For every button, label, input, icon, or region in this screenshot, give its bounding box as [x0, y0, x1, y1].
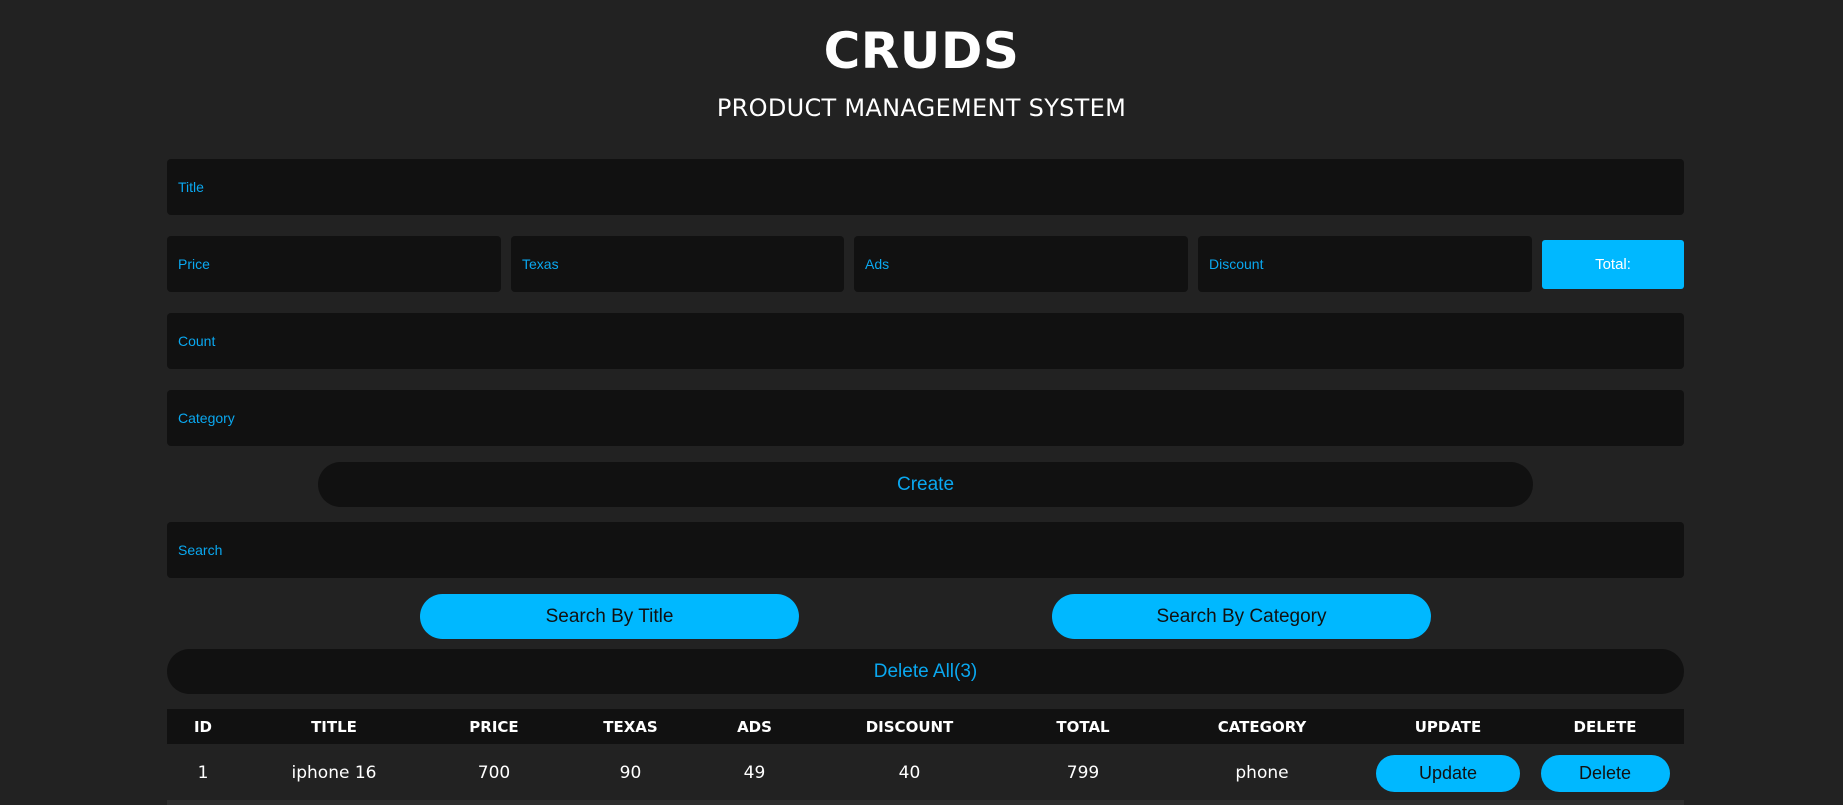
- col-header-delete: DELETE: [1573, 717, 1637, 736]
- count-input[interactable]: [167, 313, 1684, 369]
- table-bottom-divider: [167, 800, 1684, 805]
- cell-delete: Delete: [1526, 744, 1684, 802]
- search-by-title-button[interactable]: Search By Title: [420, 594, 799, 639]
- products-table: ID TITLE PRICE TEXAS ADS DISCOUNT TOTAL …: [167, 709, 1684, 802]
- update-button[interactable]: Update: [1376, 754, 1520, 792]
- page-subtitle: PRODUCT MANAGEMENT SYSTEM: [716, 94, 1127, 122]
- col-header-ads: ADS: [737, 717, 772, 736]
- total-display: Total:: [1542, 240, 1684, 289]
- cell-update: Update: [1370, 744, 1526, 802]
- cell-id: 1: [197, 763, 209, 783]
- crud-app: CRUDS PRODUCT MANAGEMENT SYSTEM Total: C…: [0, 0, 1843, 805]
- col-header-update: UPDATE: [1414, 717, 1482, 736]
- col-header-price: PRICE: [469, 717, 519, 736]
- page-title: CRUDS: [823, 22, 1020, 80]
- cell-title: iphone 16: [291, 763, 377, 783]
- delete-button[interactable]: Delete: [1540, 754, 1670, 792]
- delete-all-button[interactable]: Delete All(3): [167, 649, 1684, 694]
- cell-ads: 49: [743, 763, 766, 783]
- col-header-category: CATEGORY: [1217, 717, 1307, 736]
- cell-discount: 40: [898, 763, 921, 783]
- search-input[interactable]: [167, 522, 1684, 578]
- cell-price: 700: [477, 763, 511, 783]
- table-row: 1 iphone 16 700 90 49 40 799 phone Updat…: [167, 744, 1684, 802]
- ads-input[interactable]: [854, 236, 1188, 292]
- col-header-title: TITLE: [311, 717, 357, 736]
- price-input[interactable]: [167, 236, 501, 292]
- taxes-input[interactable]: [511, 236, 844, 292]
- table-header-row: ID TITLE PRICE TEXAS ADS DISCOUNT TOTAL …: [167, 709, 1684, 744]
- cell-category: phone: [1235, 763, 1289, 783]
- category-input[interactable]: [167, 390, 1684, 446]
- cell-total: 799: [1066, 763, 1100, 783]
- col-header-taxes: TEXAS: [603, 717, 658, 736]
- col-header-total: TOTAL: [1056, 717, 1110, 736]
- discount-input[interactable]: [1198, 236, 1532, 292]
- create-button[interactable]: Create: [318, 462, 1533, 507]
- search-by-category-button[interactable]: Search By Category: [1052, 594, 1431, 639]
- col-header-discount: DISCOUNT: [865, 717, 954, 736]
- cell-taxes: 90: [619, 763, 642, 783]
- title-input[interactable]: [167, 159, 1684, 215]
- col-header-id: ID: [193, 717, 213, 736]
